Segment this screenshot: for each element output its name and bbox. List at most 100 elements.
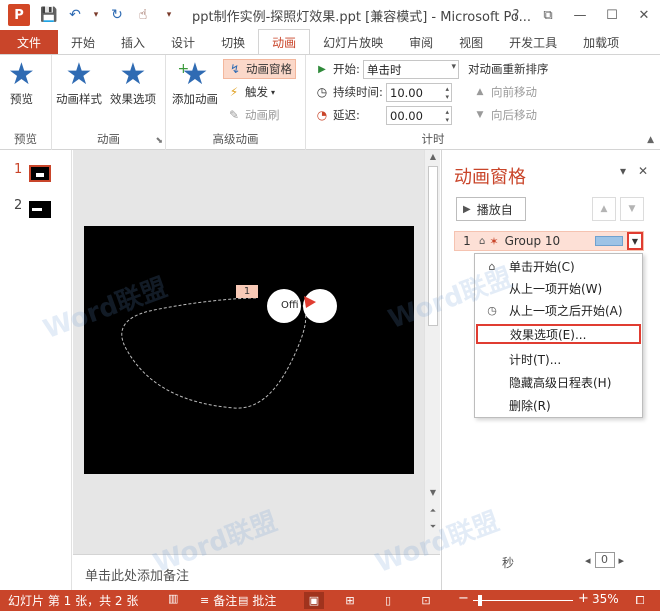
- menu-item-remove[interactable]: 删除(R): [475, 395, 642, 415]
- tab-developer[interactable]: 开发工具: [496, 30, 570, 54]
- redo-icon[interactable]: ↻: [108, 7, 126, 23]
- animation-pane-button[interactable]: ↯ 动画窗格: [223, 59, 296, 79]
- slide-thumbnail-1[interactable]: [28, 164, 52, 183]
- zoom-slider-handle[interactable]: [478, 595, 482, 606]
- menu-item-label: 计时(T)...: [509, 352, 562, 367]
- item-dropdown-button[interactable]: ▼: [627, 232, 643, 250]
- previous-slide-icon[interactable]: ⏶: [425, 506, 441, 516]
- tab-review[interactable]: 审阅: [396, 30, 446, 54]
- slide-thumbnail-2[interactable]: [29, 201, 51, 218]
- notes-icon: ≡: [200, 594, 210, 607]
- help-button[interactable]: ?: [500, 0, 532, 30]
- tab-view[interactable]: 视图: [446, 30, 496, 54]
- dropdown-arrow-icon[interactable]: ▾: [92, 10, 100, 20]
- mouse-icon: ⌂: [479, 235, 486, 247]
- start-label: 开始:: [333, 62, 360, 76]
- tab-animations[interactable]: 动画: [258, 29, 311, 54]
- slide-canvas[interactable]: 1 Offi: [84, 226, 414, 474]
- menu-item-timing[interactable]: 计时(T)...: [475, 349, 642, 369]
- minimize-button[interactable]: —: [564, 0, 596, 30]
- menu-item-hide-timeline[interactable]: 隐藏高级日程表(H): [475, 372, 642, 392]
- maximize-button[interactable]: ☐: [596, 0, 628, 30]
- pane-options-icon[interactable]: ▾: [620, 164, 626, 178]
- vertical-scrollbar[interactable]: ▲ ▼ ⏶ ⏷: [424, 150, 440, 554]
- group-preview: ★ 预览 预览: [0, 55, 52, 150]
- start-label-row: ▶ 开始:: [314, 59, 360, 79]
- zoom-in-arrow-icon[interactable]: ▸: [619, 554, 625, 567]
- scroll-down-icon[interactable]: ▼: [425, 488, 441, 497]
- effect-options-star-icon: ★: [119, 57, 147, 92]
- tab-slideshow[interactable]: 幻灯片放映: [310, 30, 396, 54]
- slideshow-view-icon[interactable]: ⊡: [416, 592, 436, 609]
- tab-file[interactable]: 文件: [0, 30, 59, 54]
- trigger-button[interactable]: ⚡ 触发 ▾: [226, 82, 275, 102]
- zoom-slider[interactable]: [473, 600, 573, 601]
- preview-button[interactable]: ★ 预览: [8, 59, 35, 107]
- move-later-button[interactable]: ▼ 向后移动: [472, 105, 537, 125]
- zoom-out-icon[interactable]: −: [458, 591, 469, 606]
- ribbon-display-button[interactable]: ⧉: [532, 0, 564, 30]
- notes-button[interactable]: ≡ 备注: [200, 592, 237, 609]
- add-animation-label: 添加动画: [172, 92, 218, 106]
- slide-sorter-icon[interactable]: ⊞: [340, 592, 360, 609]
- spinner-icon[interactable]: ▴ ▾: [445, 108, 449, 124]
- animation-pane-icon: ↯: [229, 62, 241, 76]
- menu-item-effect-options[interactable]: 效果选项(E)...: [476, 324, 641, 344]
- touch-mode-icon[interactable]: ☝: [134, 7, 152, 23]
- collapse-ribbon-icon[interactable]: ▲: [647, 135, 654, 145]
- tab-insert[interactable]: 插入: [108, 30, 158, 54]
- group-timing: ▶ 开始: 单击时 ▾ ◷ 持续时间: 10.00 ▴ ▾ ◔ 延迟: 00.00…: [306, 55, 560, 150]
- timing-bar[interactable]: [595, 236, 623, 246]
- spell-check-icon[interactable]: ▥: [168, 592, 178, 605]
- comments-button[interactable]: ▤ 批注: [238, 592, 276, 609]
- move-earlier-button[interactable]: ▲ 向前移动: [472, 82, 537, 102]
- close-button[interactable]: ✕: [628, 0, 660, 30]
- delay-input[interactable]: 00.00 ▴ ▾: [386, 106, 452, 125]
- motion-effect-icon: ✶: [489, 234, 499, 248]
- pane-move-down-button[interactable]: ▼: [620, 197, 644, 221]
- effect-options-button[interactable]: ★ 效果选项: [110, 59, 156, 107]
- chevron-down-icon: ▾: [271, 87, 276, 97]
- animation-pane-title: 动画窗格: [454, 167, 526, 188]
- powerpoint-logo-icon: P: [8, 4, 30, 26]
- save-icon[interactable]: 💾: [40, 7, 58, 23]
- menu-item-label: 隐藏高级日程表(H): [509, 375, 612, 390]
- lightning-icon: ⚡: [229, 85, 239, 99]
- menu-item-start-after-previous[interactable]: ◷ 从上一项之后开始(A): [475, 300, 642, 320]
- timeline-zoom-field[interactable]: 0: [594, 552, 615, 568]
- normal-view-icon[interactable]: ▣: [304, 592, 324, 609]
- customize-toolbar-icon[interactable]: ▾: [160, 10, 178, 20]
- animation-tag[interactable]: 1: [236, 285, 258, 298]
- chevron-down-icon: ▾: [451, 62, 456, 72]
- pane-close-icon[interactable]: ✕: [638, 164, 648, 178]
- clock-icon: ◷: [487, 303, 497, 317]
- group-animation: ★ 动画样式 ★ 效果选项 动画 ⬊: [52, 55, 166, 150]
- animation-list-item[interactable]: 1 ⌂ ✶ Group 10 ▼: [454, 231, 644, 251]
- duration-value: 10.00: [390, 85, 423, 100]
- animation-styles-button[interactable]: ★ 动画样式: [56, 59, 102, 107]
- tab-addins[interactable]: 加载项: [570, 30, 619, 54]
- group-advanced-label: 高级动画: [212, 132, 259, 146]
- undo-icon[interactable]: ↶: [66, 7, 84, 23]
- tab-design[interactable]: 设计: [158, 30, 208, 54]
- spinner-icon[interactable]: ▴ ▾: [445, 85, 449, 101]
- start-select[interactable]: 单击时 ▾: [363, 60, 459, 79]
- dialog-launcher-icon[interactable]: ⬊: [155, 136, 163, 146]
- add-animation-button[interactable]: ★ + 添加动画: [172, 59, 218, 107]
- play-from-button[interactable]: ▶ 播放自: [456, 197, 526, 221]
- fit-to-window-icon[interactable]: ⧠: [630, 592, 650, 609]
- scroll-up-icon[interactable]: ▲: [425, 152, 441, 161]
- animation-painter-label: 动画刷: [245, 108, 280, 122]
- zoom-level[interactable]: 35%: [592, 592, 619, 606]
- reading-view-icon[interactable]: ▯: [378, 592, 398, 609]
- comment-icon: ▤: [238, 594, 249, 607]
- tab-transitions[interactable]: 切换: [208, 30, 258, 54]
- duration-input[interactable]: 10.00 ▴ ▾: [386, 83, 452, 102]
- play-from-label: 播放自: [476, 202, 513, 217]
- zoom-in-icon[interactable]: +: [578, 591, 589, 606]
- pane-move-up-button[interactable]: ▲: [592, 197, 616, 221]
- animation-painter-button[interactable]: ✎ 动画刷: [226, 105, 280, 125]
- clock-delay-icon: ◔: [316, 108, 328, 122]
- zoom-out-arrow-icon[interactable]: ◂: [585, 554, 591, 567]
- tab-home[interactable]: 开始: [58, 30, 108, 54]
